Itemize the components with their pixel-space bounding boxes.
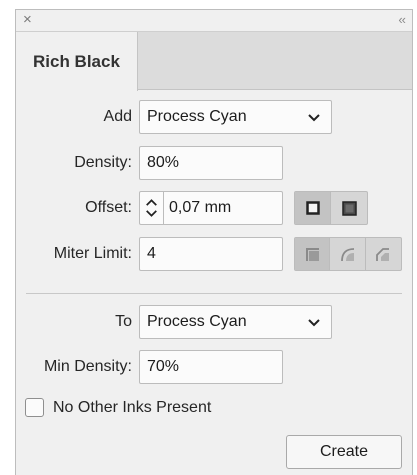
join-style-group (294, 237, 402, 271)
chevron-down-icon (308, 319, 320, 327)
chevron-down-icon (308, 114, 320, 122)
density-field[interactable]: 80% (139, 146, 283, 180)
tab-rich-black[interactable]: Rich Black (16, 32, 138, 91)
miter-join-icon[interactable] (295, 238, 331, 270)
min-density-value: 70% (147, 358, 180, 375)
rich-black-panel: × ‹‹ Rich Black Add Process Cyan Density… (15, 9, 413, 475)
no-other-inks-checkbox[interactable] (25, 398, 44, 417)
min-density-field[interactable]: 70% (139, 350, 283, 384)
collapse-icon[interactable]: ‹‹ (398, 13, 406, 27)
to-ink-select[interactable]: Process Cyan (139, 305, 332, 339)
add-ink-select[interactable]: Process Cyan (139, 100, 332, 134)
section-divider (26, 293, 402, 294)
add-label: Add (103, 108, 132, 125)
create-button[interactable]: Create (286, 435, 402, 469)
inset-stroke-icon[interactable] (331, 192, 367, 224)
stepper-arrows-icon[interactable] (140, 192, 164, 224)
min-density-label: Min Density: (43, 358, 132, 375)
round-join-icon[interactable] (330, 238, 366, 270)
miter-limit-value: 4 (147, 245, 156, 262)
miter-limit-label: Miter Limit: (53, 245, 132, 262)
tab-strip: Rich Black (16, 32, 412, 91)
density-value: 80% (147, 154, 180, 171)
offset-value: 0,07 mm (169, 199, 232, 216)
miter-limit-field[interactable]: 4 (139, 237, 283, 271)
add-ink-value: Process Cyan (147, 108, 247, 125)
no-other-inks-label[interactable]: No Other Inks Present (53, 398, 211, 418)
density-label: Density: (74, 154, 132, 171)
offset-stepper[interactable]: 0,07 mm (139, 191, 283, 225)
offset-label: Offset: (85, 199, 132, 216)
to-ink-value: Process Cyan (147, 313, 247, 330)
outset-stroke-icon[interactable] (295, 192, 332, 224)
close-icon[interactable]: × (23, 12, 32, 28)
panel-titlebar: × ‹‹ (16, 10, 412, 32)
offset-style-group (294, 191, 368, 225)
bevel-join-icon[interactable] (366, 238, 401, 270)
to-label: To (115, 313, 132, 330)
